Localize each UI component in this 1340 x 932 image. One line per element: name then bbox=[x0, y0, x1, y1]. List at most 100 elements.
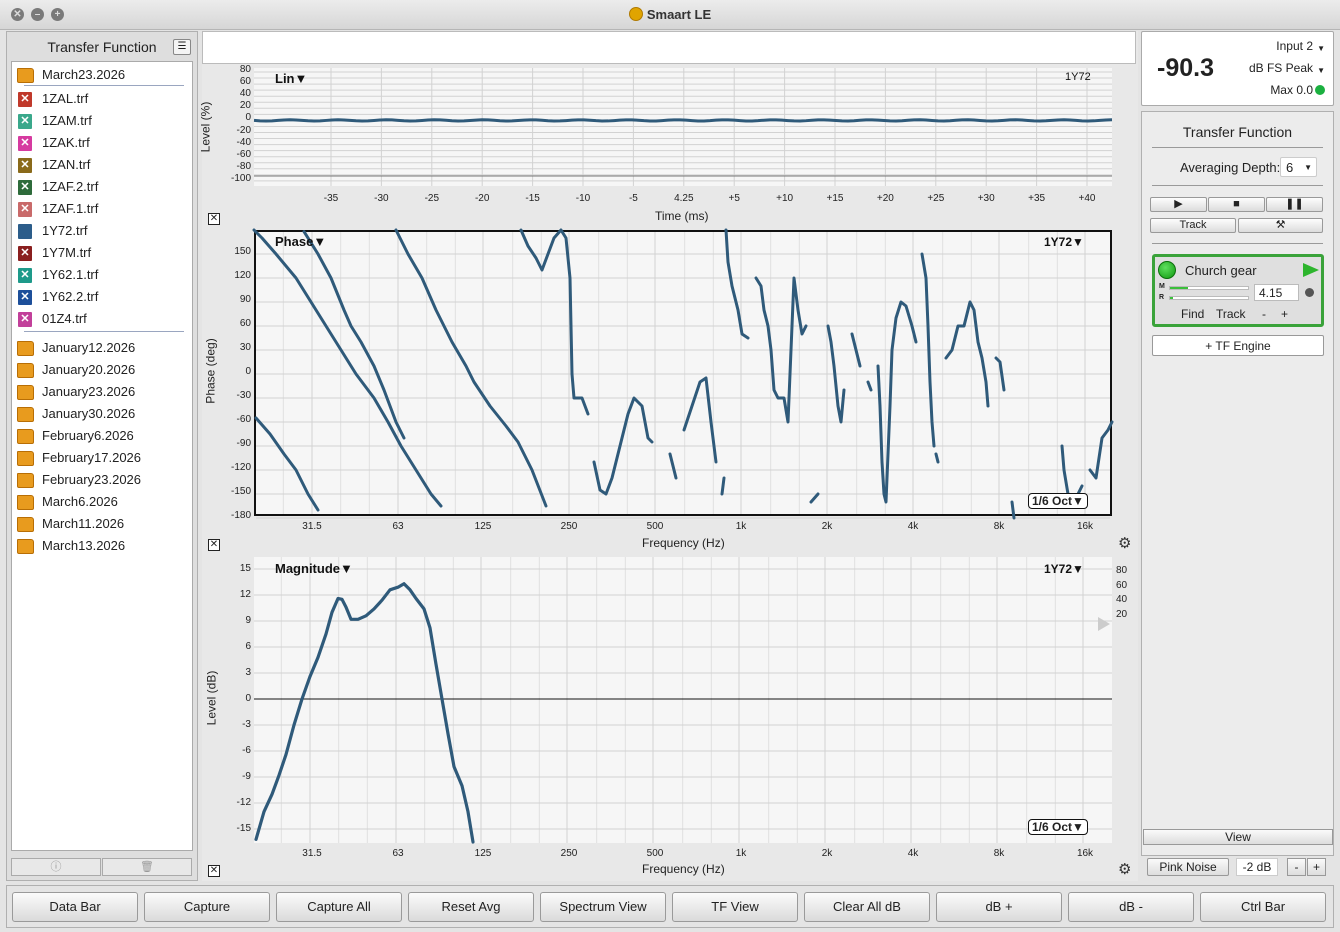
impulse-plot-canvas[interactable] bbox=[253, 68, 1113, 186]
folder-item[interactable]: February23.2026 bbox=[12, 469, 192, 491]
coherence-slider-handle[interactable] bbox=[1098, 617, 1110, 631]
bottom-button-spectrum-view[interactable]: Spectrum View bbox=[540, 892, 666, 922]
divider bbox=[24, 331, 184, 332]
phase-plot-mode[interactable]: Phase▼ bbox=[275, 234, 326, 249]
close-impulse-plot-button[interactable]: ✕ bbox=[208, 213, 220, 225]
coherence-tick: 60 bbox=[1116, 579, 1128, 591]
folder-item[interactable]: January12.2026 bbox=[12, 337, 192, 359]
file-item[interactable]: ✕ 1Y62.2.trf bbox=[12, 286, 192, 308]
folder-item-label: March13.2026 bbox=[42, 538, 126, 553]
file-item[interactable]: ✕ 1ZAK.trf bbox=[12, 132, 192, 154]
impulse-y-tick: 60 bbox=[239, 76, 251, 88]
input-select[interactable]: Input 2 bbox=[1276, 39, 1313, 53]
bottom-button-ctrl-bar[interactable]: Ctrl Bar bbox=[1200, 892, 1326, 922]
magnitude-plot-canvas[interactable] bbox=[254, 557, 1112, 844]
bottom-button-reset-avg[interactable]: Reset Avg bbox=[408, 892, 534, 922]
engine-active-led[interactable] bbox=[1158, 261, 1176, 279]
input-select-caret-icon[interactable]: ▼ bbox=[1317, 44, 1325, 53]
folder-item[interactable]: March13.2026 bbox=[12, 535, 192, 557]
engine-delay-plus-button[interactable]: + bbox=[1281, 307, 1288, 321]
bottom-button-clear-all-db[interactable]: Clear All dB bbox=[804, 892, 930, 922]
generator-level-up-button[interactable]: + bbox=[1307, 858, 1326, 876]
trash-button[interactable]: 🗑 bbox=[102, 858, 192, 876]
input-meter: -90.3 Input 2 ▼ dB FS Peak ▼ Max 0.0 bbox=[1141, 31, 1334, 106]
engine-play-icon[interactable] bbox=[1303, 263, 1319, 277]
magnitude-x-tick: 16k bbox=[1076, 848, 1094, 859]
bottom-button-tf-view[interactable]: TF View bbox=[672, 892, 798, 922]
window-title-text: Smaart LE bbox=[646, 7, 712, 22]
tools-icon[interactable]: ⚒ bbox=[1238, 218, 1323, 233]
phase-trace-name[interactable]: 1Y72▼ bbox=[1044, 235, 1084, 249]
open-folder-item[interactable]: March23.2026 bbox=[12, 64, 192, 86]
bottom-button-db[interactable]: dB + bbox=[936, 892, 1062, 922]
folder-item[interactable]: January23.2026 bbox=[12, 381, 192, 403]
file-item[interactable]: ✕ 1ZAM.trf bbox=[12, 110, 192, 132]
impulse-plot-mode[interactable]: Lin▼ bbox=[275, 71, 307, 86]
trf-file-icon: ✕ bbox=[18, 180, 32, 195]
pink-noise-button[interactable]: Pink Noise bbox=[1147, 858, 1229, 876]
phase-settings-gear-icon[interactable]: ⚙ bbox=[1118, 534, 1131, 552]
phase-smoothing-select[interactable]: 1/6 Oct▼ bbox=[1028, 493, 1088, 509]
magnitude-x-tick: 2k bbox=[821, 848, 833, 859]
impulse-x-label: Time (ms) bbox=[655, 209, 709, 223]
bottom-button-data-bar[interactable]: Data Bar bbox=[12, 892, 138, 922]
close-phase-plot-button[interactable]: ✕ bbox=[208, 539, 220, 551]
info-button[interactable]: ⓘ bbox=[11, 858, 101, 876]
file-browser-menu-button[interactable]: ☰ bbox=[173, 39, 191, 55]
generator-level-field[interactable]: -2 dB bbox=[1236, 858, 1278, 876]
folder-item[interactable]: January30.2026 bbox=[12, 403, 192, 425]
engine-delay-field[interactable]: 4.15 bbox=[1254, 284, 1299, 301]
phase-grid bbox=[252, 228, 1114, 520]
divider bbox=[1152, 243, 1323, 244]
close-magnitude-plot-button[interactable]: ✕ bbox=[208, 865, 220, 877]
track-button[interactable]: Track bbox=[1150, 218, 1236, 233]
meter-mode-select[interactable]: dB FS Peak bbox=[1249, 61, 1313, 75]
averaging-depth-select[interactable]: 6 ▼ bbox=[1280, 157, 1317, 177]
engine-find-button[interactable]: Find bbox=[1181, 307, 1204, 321]
bottom-button-db[interactable]: dB - bbox=[1068, 892, 1194, 922]
file-item[interactable]: ✕ 1Y7M.trf bbox=[12, 242, 192, 264]
folder-item[interactable]: February17.2026 bbox=[12, 447, 192, 469]
magnitude-smoothing-select[interactable]: 1/6 Oct▼ bbox=[1028, 819, 1088, 835]
folder-item[interactable]: January20.2026 bbox=[12, 359, 192, 381]
bottom-button-capture-all[interactable]: Capture All bbox=[276, 892, 402, 922]
pause-button[interactable]: ❚❚ bbox=[1266, 197, 1323, 212]
bottom-button-capture[interactable]: Capture bbox=[144, 892, 270, 922]
phase-plot-canvas[interactable] bbox=[252, 228, 1114, 520]
phase-x-tick: 250 bbox=[560, 521, 578, 532]
folder-item[interactable]: February6.2026 bbox=[12, 425, 192, 447]
meter-mode-caret-icon[interactable]: ▼ bbox=[1317, 66, 1325, 75]
open-folder-item-label: March23.2026 bbox=[42, 67, 126, 82]
file-item[interactable]: ✕ 1ZAL.trf bbox=[12, 88, 192, 110]
magnitude-plot-mode[interactable]: Magnitude▼ bbox=[275, 561, 353, 576]
file-item[interactable]: ✕ 01Z4.trf bbox=[12, 308, 192, 330]
file-item[interactable]: ✕ 1ZAN.trf bbox=[12, 154, 192, 176]
impulse-x-tick: +10 bbox=[776, 193, 794, 204]
file-item-label: 1Y62.1.trf bbox=[42, 267, 99, 282]
view-button[interactable]: View bbox=[1143, 829, 1333, 845]
ref-level-meter bbox=[1169, 296, 1249, 300]
stop-button[interactable]: ■ bbox=[1208, 197, 1265, 212]
file-item[interactable]: ✕ 1Y62.1.trf bbox=[12, 264, 192, 286]
phase-trace-segment bbox=[302, 230, 406, 440]
folder-item-label: February17.2026 bbox=[42, 450, 142, 465]
magnitude-trace-name[interactable]: 1Y72▼ bbox=[1044, 562, 1084, 576]
engine-delay-minus-button[interactable]: - bbox=[1262, 307, 1266, 321]
add-tf-engine-button[interactable]: + TF Engine bbox=[1152, 335, 1324, 356]
file-item[interactable]: ✕ 1ZAF.1.trf bbox=[12, 198, 192, 220]
magnitude-settings-gear-icon[interactable]: ⚙ bbox=[1118, 860, 1131, 878]
phase-x-label: Frequency (Hz) bbox=[642, 536, 725, 550]
signal-generator-row: Pink Noise -2 dB - + bbox=[1141, 857, 1334, 881]
generator-level-down-button[interactable]: - bbox=[1287, 858, 1306, 876]
folder-icon bbox=[17, 407, 34, 422]
folder-item[interactable]: March11.2026 bbox=[12, 513, 192, 535]
file-item[interactable]: 1Y72.trf bbox=[12, 220, 192, 242]
impulse-y-tick: -60 bbox=[236, 148, 251, 160]
engine-track-button[interactable]: Track bbox=[1216, 307, 1246, 321]
file-item[interactable]: ✕ 1ZAF.2.trf bbox=[12, 176, 192, 198]
play-button[interactable]: ▶ bbox=[1150, 197, 1207, 212]
engine-record-icon[interactable] bbox=[1305, 288, 1314, 297]
folder-item[interactable]: March6.2026 bbox=[12, 491, 192, 513]
tf-engine-card[interactable]: Church gear M R 4.15 Find Track - + bbox=[1152, 254, 1324, 327]
phase-trace-segment bbox=[720, 476, 726, 496]
